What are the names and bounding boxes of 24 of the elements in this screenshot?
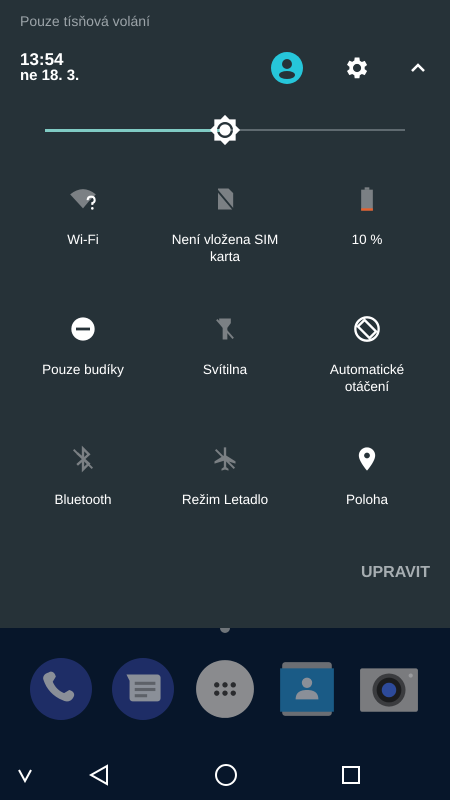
date-text: ne 18. 3. xyxy=(20,68,80,84)
tile-label[interactable]: Poloha xyxy=(307,491,427,508)
clock-time: 13:54 xyxy=(20,52,64,68)
back-icon[interactable] xyxy=(88,764,110,786)
edit-button[interactable]: UPRAVIT xyxy=(360,561,430,585)
home-icon[interactable] xyxy=(214,763,238,787)
user-avatar-icon[interactable] xyxy=(270,51,304,85)
brightness-slider[interactable] xyxy=(45,115,405,145)
tile-label[interactable]: Režim Letadlo xyxy=(165,491,285,508)
collapse-chevron-icon[interactable] xyxy=(410,62,426,74)
tile-label[interactable]: Bluetooth xyxy=(23,491,143,508)
apps-grid-icon[interactable] xyxy=(194,658,256,720)
status-text: Pouze tísňová volání xyxy=(20,12,150,31)
phone-app-icon[interactable] xyxy=(30,658,92,720)
tile-label[interactable]: Není vložena SIM karta xyxy=(165,231,285,265)
recents-icon[interactable] xyxy=(341,765,361,785)
drag-handle[interactable] xyxy=(220,628,230,633)
tile-label[interactable]: Wi-Fi xyxy=(23,231,143,248)
messages-app-icon[interactable] xyxy=(112,658,174,720)
tile-label[interactable]: Pouze budíky xyxy=(23,361,143,378)
tile-label[interactable]: Automatické otáčení xyxy=(307,361,427,395)
tile-label[interactable]: 10 % xyxy=(307,231,427,248)
tile-label[interactable]: Svítilna xyxy=(165,361,285,378)
brightness-thumb-icon[interactable] xyxy=(209,114,241,146)
